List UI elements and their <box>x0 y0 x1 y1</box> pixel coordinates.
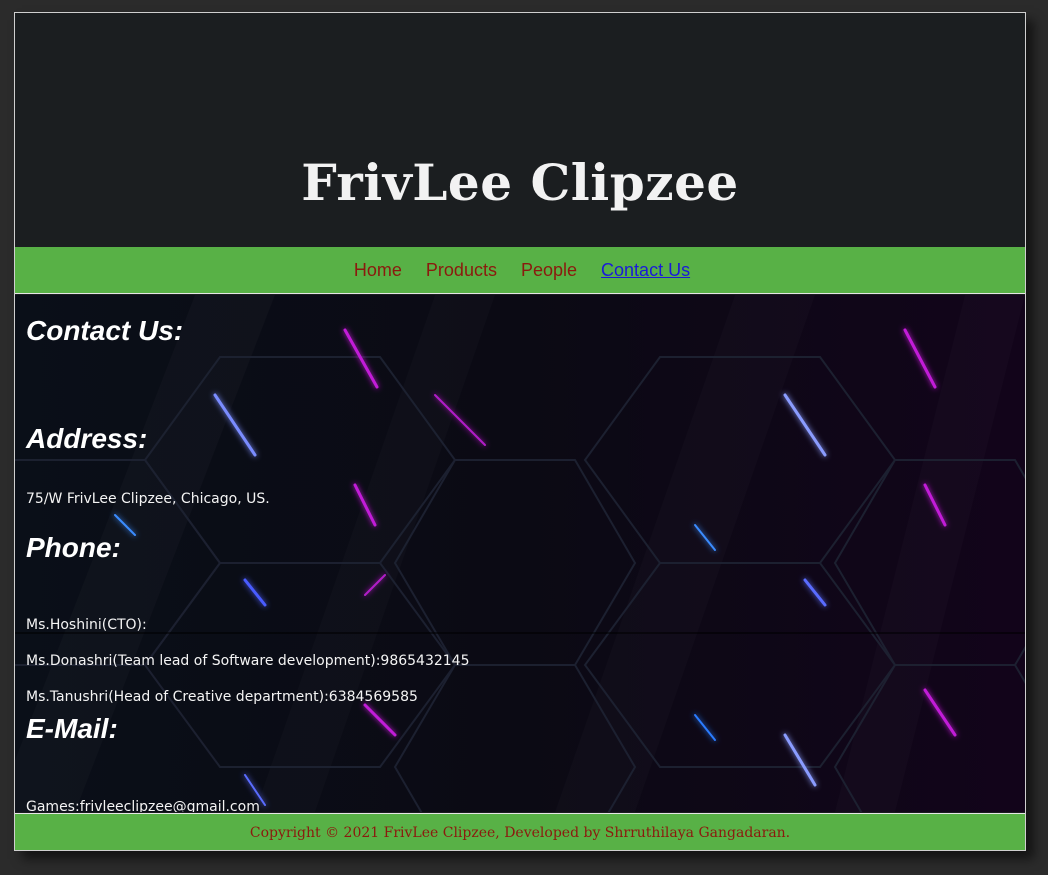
phone-creative-head: Ms.Tanushri(Head of Creative department)… <box>26 689 418 705</box>
email-heading: E-Mail: <box>26 713 118 744</box>
phone-heading: Phone: <box>26 532 121 563</box>
copyright-text: Copyright © 2021 FrivLee Clipzee, Develo… <box>249 824 791 841</box>
email-text: Games:frivleeclipzee@gmail.com <box>26 799 260 812</box>
site-header: FrivLee Clipzee <box>15 13 1025 247</box>
nav-link-contact-us[interactable]: Contact Us <box>601 260 690 281</box>
nav-link-home[interactable]: Home <box>354 260 402 281</box>
phone-cto: Ms.Hoshini(CTO): <box>26 617 147 633</box>
nav-link-people[interactable]: People <box>521 260 577 281</box>
contact-section: Contact Us: Address: 75/W FrivLee Clipze… <box>15 295 1025 812</box>
nav-link-products[interactable]: Products <box>426 260 497 281</box>
page-frame: FrivLee Clipzee Home Products People Con… <box>14 12 1026 851</box>
nav-bar: Home Products People Contact Us <box>15 247 1025 294</box>
hexagon-background-image <box>15 295 1025 812</box>
contact-heading: Contact Us: <box>26 315 184 346</box>
site-title: FrivLee Clipzee <box>301 153 739 212</box>
site-footer: Copyright © 2021 FrivLee Clipzee, Develo… <box>15 813 1025 850</box>
address-heading: Address: <box>26 423 148 454</box>
address-text: 75/W FrivLee Clipzee, Chicago, US. <box>26 491 270 507</box>
phone-team-lead: Ms.Donashri(Team lead of Software develo… <box>26 653 470 669</box>
